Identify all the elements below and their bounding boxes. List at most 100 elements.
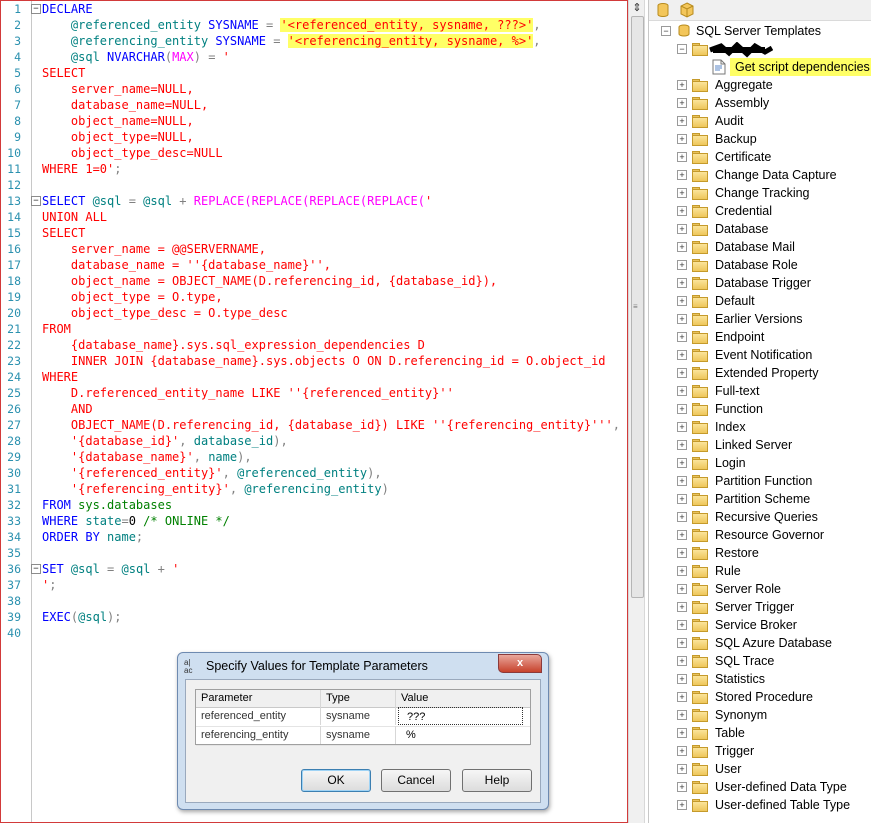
expand-icon[interactable]: +: [677, 98, 687, 108]
code-line[interactable]: 36− SET @sql = @sql + ': [1, 561, 626, 577]
database-icon[interactable]: [655, 2, 671, 18]
expand-icon[interactable]: +: [677, 206, 687, 216]
code-line[interactable]: 38: [1, 593, 626, 609]
expand-icon[interactable]: +: [677, 242, 687, 252]
expand-icon[interactable]: +: [677, 386, 687, 396]
expand-icon[interactable]: +: [677, 332, 687, 342]
code-line[interactable]: 28 '{database_id}', database_id),: [1, 433, 626, 449]
expand-icon[interactable]: +: [677, 152, 687, 162]
expand-icon[interactable]: +: [677, 746, 687, 756]
table-row[interactable]: referencing_entity sysname %: [196, 726, 530, 746]
code-line[interactable]: 34 ORDER BY name;: [1, 529, 626, 545]
expand-icon[interactable]: +: [677, 170, 687, 180]
split-icon[interactable]: ⇕: [631, 2, 643, 14]
tree-folder[interactable]: + Function: [649, 400, 871, 418]
expand-icon[interactable]: +: [677, 404, 687, 414]
code-line[interactable]: 1− DECLARE: [1, 1, 626, 17]
code-line[interactable]: 12: [1, 177, 626, 193]
expand-icon[interactable]: +: [677, 494, 687, 504]
tree-folder[interactable]: + Index: [649, 418, 871, 436]
expand-icon[interactable]: +: [677, 710, 687, 720]
tree-folder[interactable]: + Linked Server: [649, 436, 871, 454]
code-line[interactable]: 27 OBJECT_NAME(D.referencing_id, {databa…: [1, 417, 626, 433]
expand-icon[interactable]: +: [677, 278, 687, 288]
expand-icon[interactable]: +: [677, 80, 687, 90]
column-header-value[interactable]: Value: [396, 690, 530, 707]
tree-folder[interactable]: + SQL Trace: [649, 652, 871, 670]
code-line[interactable]: 18 object_name = OBJECT_NAME(D.referenci…: [1, 273, 626, 289]
expand-icon[interactable]: +: [677, 512, 687, 522]
expand-icon[interactable]: +: [677, 800, 687, 810]
ok-button[interactable]: OK: [301, 769, 371, 792]
code-line[interactable]: 7 database_name=NULL,: [1, 97, 626, 113]
code-line[interactable]: 35: [1, 545, 626, 561]
column-header-type[interactable]: Type: [321, 690, 396, 707]
code-line[interactable]: 15 SELECT: [1, 225, 626, 241]
tree-folder[interactable]: + Server Trigger: [649, 598, 871, 616]
tree-folder[interactable]: + Database: [649, 220, 871, 238]
tree-folder[interactable]: + Service Broker: [649, 616, 871, 634]
expand-icon[interactable]: +: [677, 224, 687, 234]
fold-toggle-icon[interactable]: −: [31, 196, 41, 206]
tree-folder[interactable]: + Partition Scheme: [649, 490, 871, 508]
code-line[interactable]: 26 AND: [1, 401, 626, 417]
code-line[interactable]: 25 D.referenced_entity_name LIKE ''{refe…: [1, 385, 626, 401]
code-line[interactable]: 30 '{referenced_entity}', @referenced_en…: [1, 465, 626, 481]
collapse-icon[interactable]: −: [677, 44, 687, 54]
code-line[interactable]: 10 object_type_desc=NULL: [1, 145, 626, 161]
code-line[interactable]: 39 EXEC(@sql);: [1, 609, 626, 625]
expand-icon[interactable]: +: [677, 548, 687, 558]
code-line[interactable]: 13− SELECT @sql = @sql + REPLACE(REPLACE(…: [1, 193, 626, 209]
expand-icon[interactable]: +: [677, 458, 687, 468]
code-line[interactable]: 31 '{referencing_entity}', @referencing_…: [1, 481, 626, 497]
code-line[interactable]: 33 WHERE state=0 /* ONLINE */: [1, 513, 626, 529]
code-line[interactable]: 23 INNER JOIN {database_name}.sys.object…: [1, 353, 626, 369]
expand-icon[interactable]: +: [677, 422, 687, 432]
code-line[interactable]: 37 ';: [1, 577, 626, 593]
tree-folder[interactable]: + Login: [649, 454, 871, 472]
tree-folder[interactable]: + Extended Property: [649, 364, 871, 382]
code-line[interactable]: 20 object_type_desc = O.type_desc: [1, 305, 626, 321]
help-button[interactable]: Help: [462, 769, 532, 792]
tree-folder[interactable]: + Backup: [649, 130, 871, 148]
tree-folder[interactable]: + User-defined Table Type: [649, 796, 871, 814]
tree-folder[interactable]: + Change Tracking: [649, 184, 871, 202]
expand-icon[interactable]: +: [677, 530, 687, 540]
code-line[interactable]: 17 database_name = ''{database_name}'',: [1, 257, 626, 273]
fold-toggle-icon[interactable]: −: [31, 564, 41, 574]
column-header-parameter[interactable]: Parameter: [196, 690, 321, 707]
tree-folder[interactable]: + Change Data Capture: [649, 166, 871, 184]
editor-scrollbar[interactable]: ⇕ ≡: [628, 0, 645, 823]
param-value-input[interactable]: %: [396, 726, 530, 744]
code-line[interactable]: 4 @sql NVARCHAR(MAX) = ': [1, 49, 626, 65]
expand-icon[interactable]: +: [677, 296, 687, 306]
expand-icon[interactable]: +: [677, 692, 687, 702]
expand-icon[interactable]: +: [677, 260, 687, 270]
tree-folder[interactable]: + Rule: [649, 562, 871, 580]
tree-folder[interactable]: + Certificate: [649, 148, 871, 166]
expand-icon[interactable]: +: [677, 440, 687, 450]
tree-folder[interactable]: + Recursive Queries: [649, 508, 871, 526]
code-line[interactable]: 29 '{database_name}', name),: [1, 449, 626, 465]
tree-root[interactable]: − SQL Server Templates: [649, 22, 871, 40]
code-line[interactable]: 16 server_name = @@SERVERNAME,: [1, 241, 626, 257]
tree-folder[interactable]: + Database Trigger: [649, 274, 871, 292]
tree-folder[interactable]: + Full-text: [649, 382, 871, 400]
tree-folder[interactable]: + Database Mail: [649, 238, 871, 256]
code-line[interactable]: 6 server_name=NULL,: [1, 81, 626, 97]
tree-folder[interactable]: + Stored Procedure: [649, 688, 871, 706]
tree-folder[interactable]: + Statistics: [649, 670, 871, 688]
code-line[interactable]: 32 FROM sys.databases: [1, 497, 626, 513]
tree-folder[interactable]: + Endpoint: [649, 328, 871, 346]
tree-folder[interactable]: + Restore: [649, 544, 871, 562]
tree-folder[interactable]: + Synonym: [649, 706, 871, 724]
code-line[interactable]: 11 WHERE 1=0';: [1, 161, 626, 177]
cancel-button[interactable]: Cancel: [381, 769, 451, 792]
tree-folder[interactable]: + Database Role: [649, 256, 871, 274]
tree-folder[interactable]: + Trigger: [649, 742, 871, 760]
tree-folder[interactable]: + Event Notification: [649, 346, 871, 364]
expand-icon[interactable]: +: [677, 566, 687, 576]
expand-icon[interactable]: +: [677, 674, 687, 684]
code-line[interactable]: 9 object_type=NULL,: [1, 129, 626, 145]
tree-folder[interactable]: + SQL Azure Database: [649, 634, 871, 652]
